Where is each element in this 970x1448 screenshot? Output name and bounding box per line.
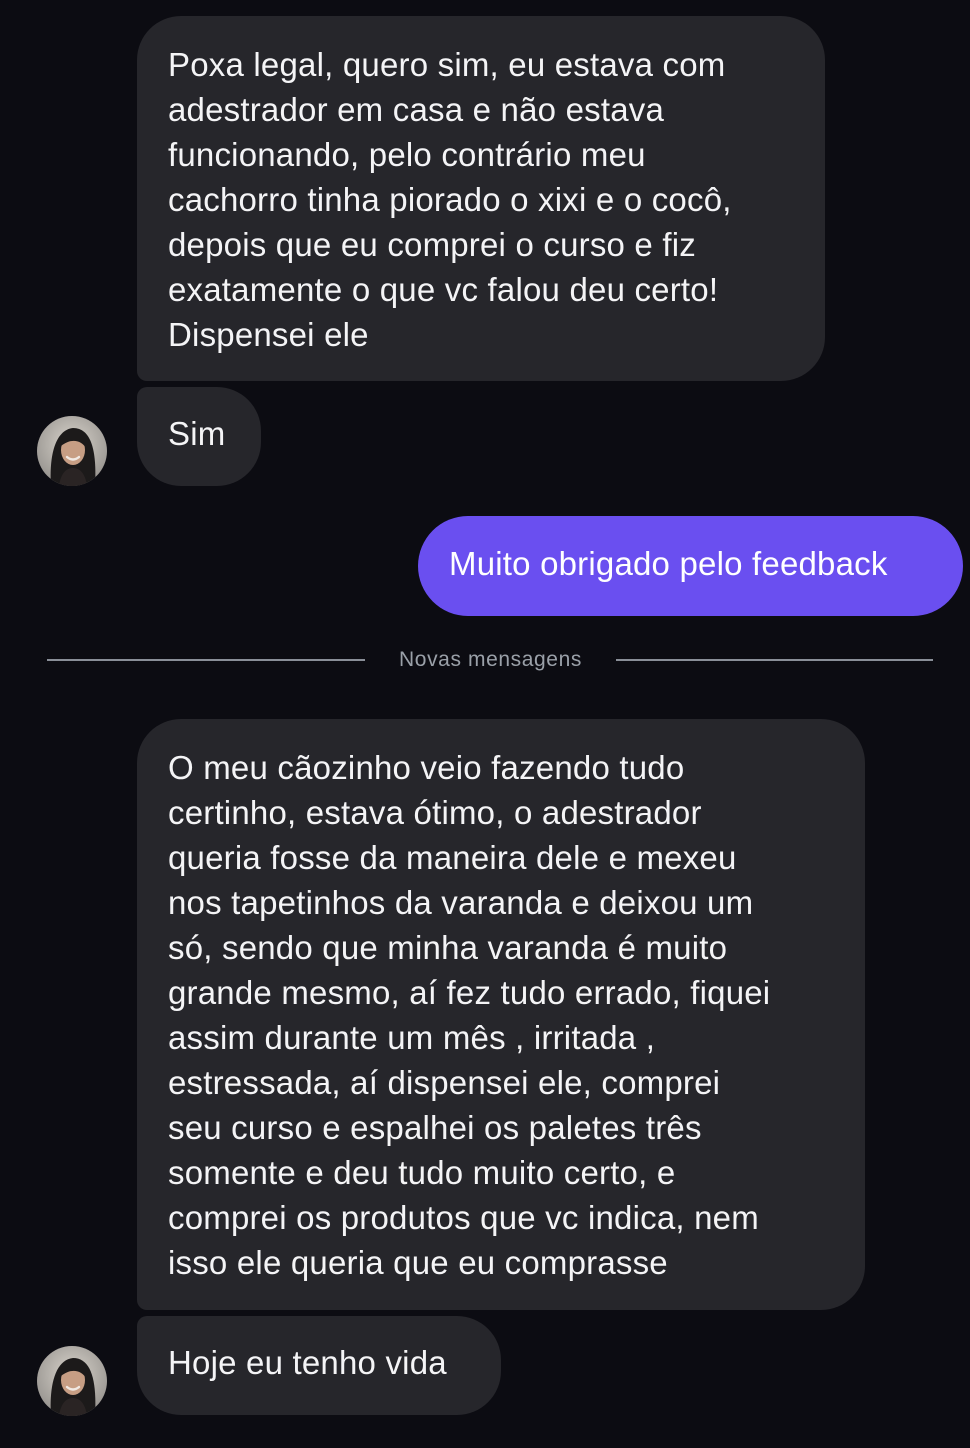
incoming-message-bubble[interactable]: O meu cãozinho veio fazendo tudo certinh… bbox=[137, 719, 865, 1310]
new-messages-divider: Novas mensagens bbox=[47, 646, 933, 674]
outgoing-message-bubble[interactable]: Muito obrigado pelo feedback bbox=[418, 516, 963, 616]
contact-avatar[interactable] bbox=[37, 1346, 107, 1416]
incoming-message-bubble[interactable]: Poxa legal, quero sim, eu estava com ade… bbox=[137, 16, 825, 381]
divider-line bbox=[616, 659, 933, 661]
divider-line bbox=[47, 659, 365, 661]
incoming-message-bubble[interactable]: Sim bbox=[137, 387, 261, 486]
avatar-icon bbox=[37, 1346, 107, 1416]
incoming-message-bubble[interactable]: Hoje eu tenho vida bbox=[137, 1316, 501, 1415]
contact-avatar[interactable] bbox=[37, 416, 107, 486]
new-messages-label: Novas mensagens bbox=[399, 648, 582, 671]
avatar-icon bbox=[37, 416, 107, 486]
